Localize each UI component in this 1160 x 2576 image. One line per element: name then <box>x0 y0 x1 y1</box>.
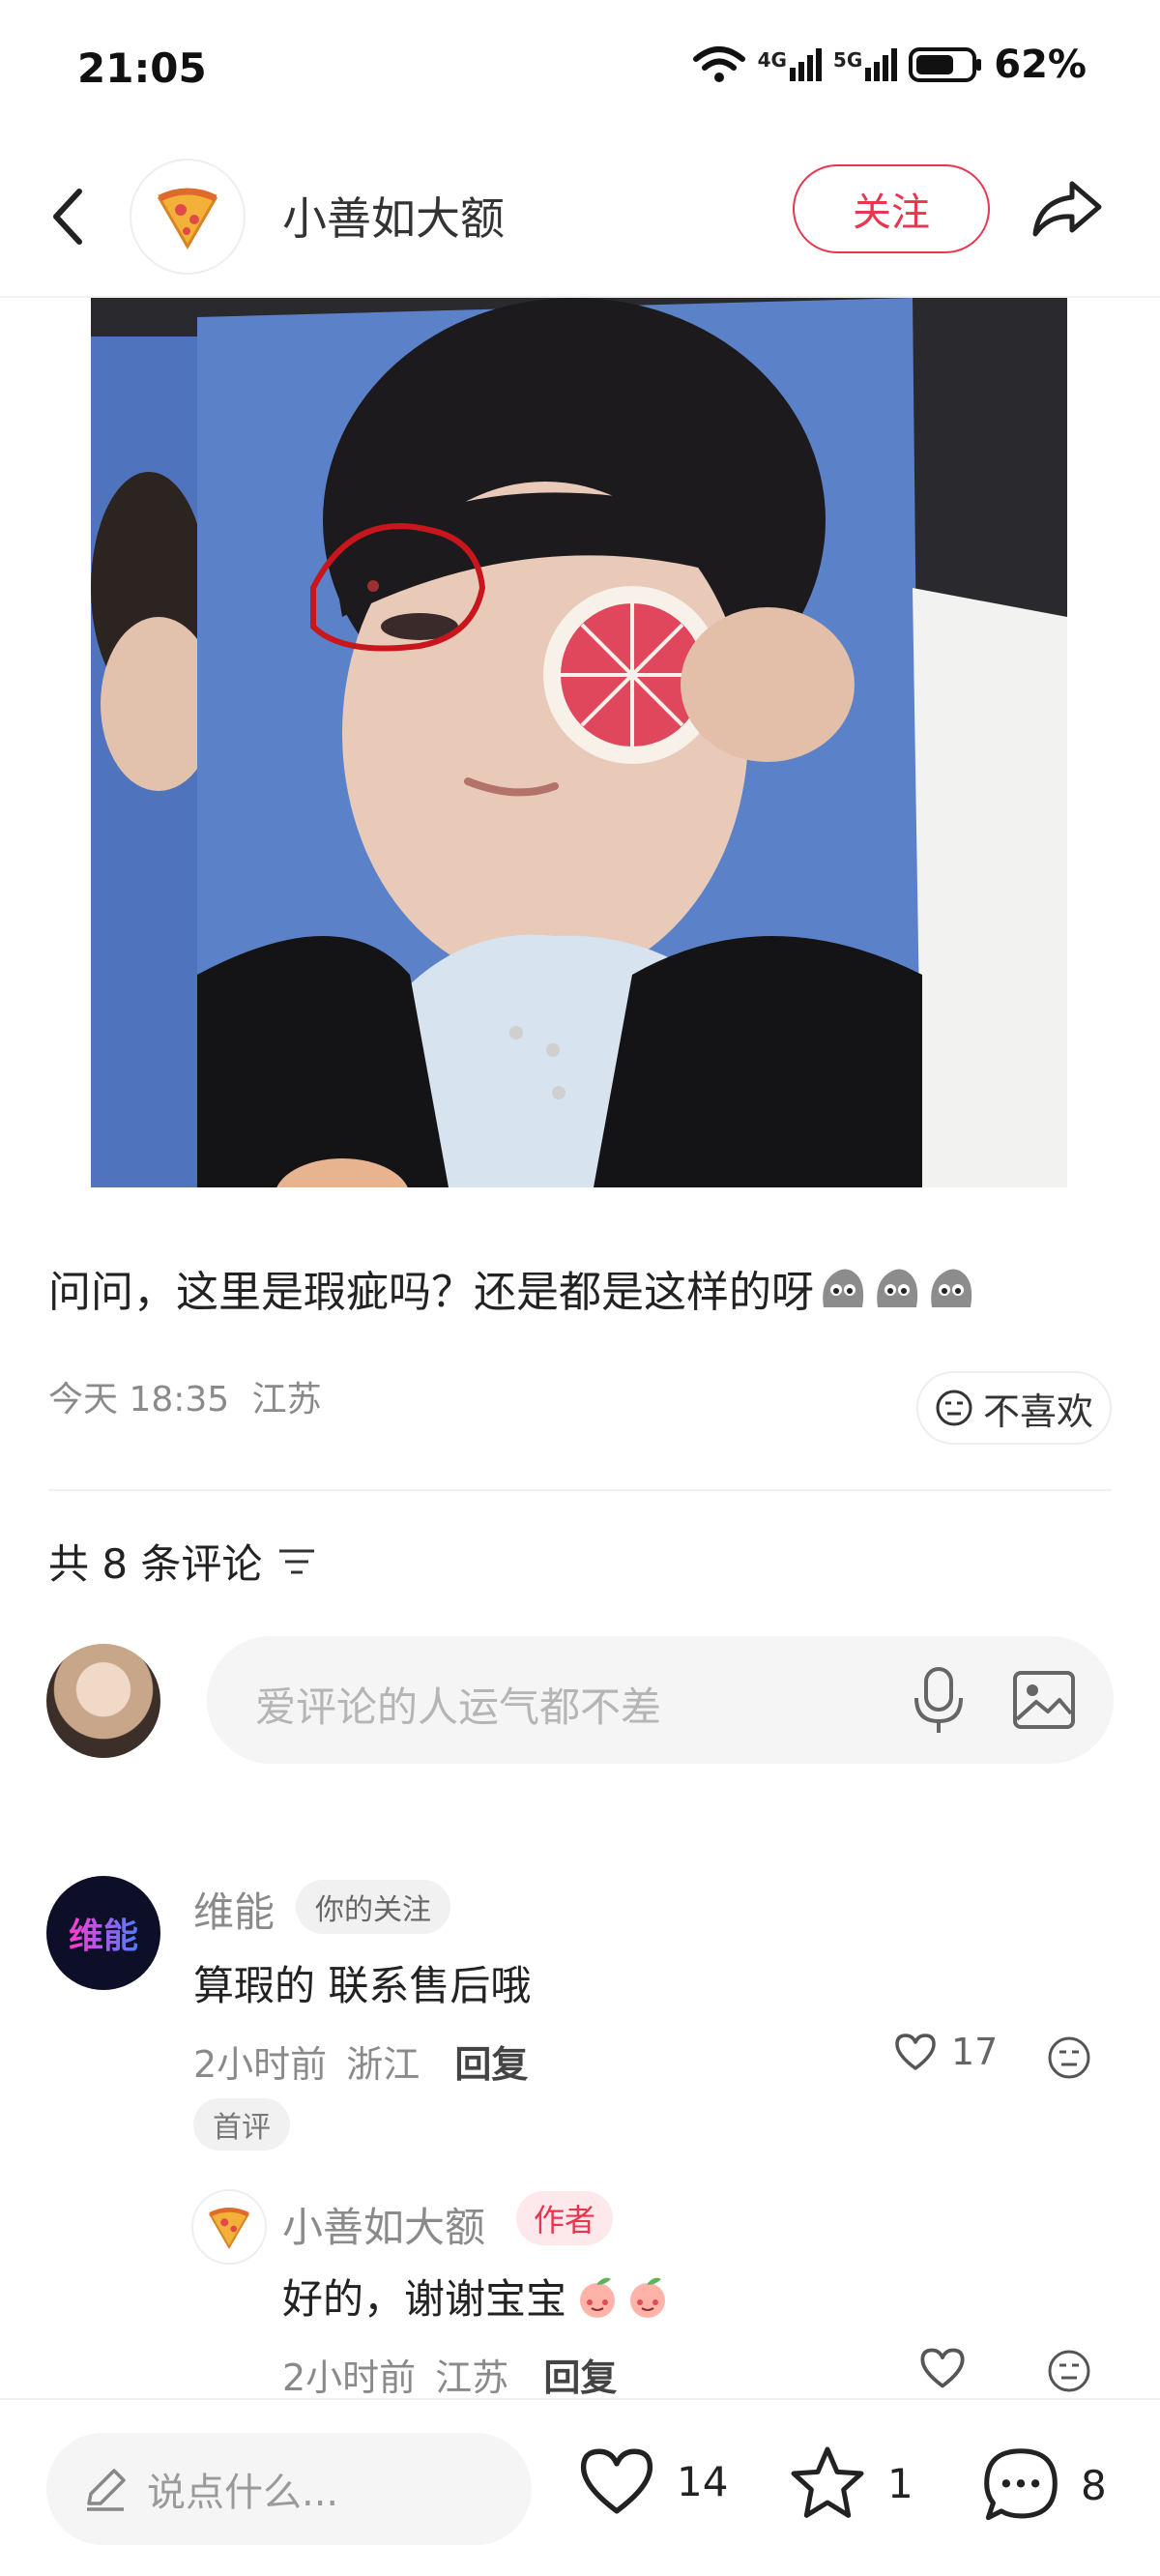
signal-4g-icon: 4G <box>758 48 822 81</box>
comment-button[interactable]: 8 <box>980 2444 1107 2526</box>
comment-total: 8 <box>1081 2461 1107 2509</box>
sort-icon[interactable] <box>277 1545 316 1578</box>
author-tag: 作者 <box>516 2191 614 2245</box>
dislike-label: 不喜欢 <box>982 1390 1093 1433</box>
reply-button[interactable]: 回复 <box>543 2356 617 2399</box>
follow-button[interactable]: 关注 <box>793 164 990 253</box>
commenter-name[interactable]: 维能 <box>193 1880 275 1939</box>
meh-face-icon <box>936 1390 972 1426</box>
battery-level: 62% <box>994 43 1087 87</box>
post-meta: 今天 18:35 江苏 <box>48 1371 322 1421</box>
comment-input[interactable]: 爱评论的人运气都不差 <box>207 1636 1114 1764</box>
photo-card-image <box>91 298 1067 1187</box>
comment-location: 浙江 <box>346 2043 420 2086</box>
author-name[interactable]: 小善如大额 <box>282 184 505 248</box>
reply-author-avatar[interactable] <box>191 2189 267 2265</box>
status-bar: 21:05 4G 5G 62% <box>0 0 1160 135</box>
comment-like-button[interactable]: 17 <box>893 2031 998 2073</box>
wifi-icon <box>692 46 745 82</box>
worried-blob-emoji-icon <box>931 1269 972 1307</box>
back-button[interactable] <box>39 178 97 255</box>
worried-blob-emoji-icon <box>877 1269 918 1307</box>
reply-time: 2小时前 <box>282 2356 417 2399</box>
pizza-icon <box>208 2208 250 2249</box>
reply-location: 江苏 <box>435 2356 509 2399</box>
signal-5g-icon: 5G <box>833 48 898 81</box>
post-text: 问问，这里是瑕疵吗？还是都是这样的呀 <box>48 1257 976 1319</box>
pencil-icon <box>87 2469 126 2511</box>
divider <box>48 1489 1112 1491</box>
battery-icon <box>909 47 982 82</box>
say-something-placeholder: 说点什么... <box>147 2471 339 2515</box>
reply-meta: 2小时前 江苏 回复 <box>282 2348 617 2401</box>
my-avatar <box>46 1644 160 1758</box>
commenter-avatar[interactable]: 维能 <box>46 1876 160 1990</box>
comment-input-placeholder: 爱评论的人运气都不差 <box>255 1683 662 1731</box>
share-button[interactable] <box>1029 170 1106 248</box>
author-avatar[interactable] <box>130 159 246 275</box>
heart-icon <box>895 2034 936 2070</box>
following-tag: 你的关注 <box>296 1880 450 1934</box>
post-photo[interactable] <box>91 298 1067 1187</box>
dislike-button[interactable]: 不喜欢 <box>916 1371 1112 1445</box>
avatar-logo-text: 维能 <box>69 1908 138 1958</box>
peach-blush-emoji-icon <box>580 2277 616 2318</box>
like-count: 14 <box>677 2457 729 2505</box>
reply-author-name[interactable]: 小善如大额 <box>282 2195 485 2254</box>
comment-count-label: 共 8 条评论 <box>48 1540 263 1588</box>
status-icons: 4G 5G 62% <box>692 43 1087 87</box>
comment-like-count: 17 <box>951 2031 999 2073</box>
bottom-action-bar: 说点什么... 14 1 8 <box>0 2398 1160 2576</box>
microphone-icon[interactable] <box>905 1665 972 1735</box>
comment-text[interactable]: 算瑕的 联系售后哦 <box>193 1953 531 2012</box>
comment-bubble-icon <box>984 2448 1058 2521</box>
say-something-input[interactable]: 说点什么... <box>46 2433 532 2545</box>
post-date: 今天 18:35 <box>48 1380 230 1420</box>
collect-count: 1 <box>887 2459 914 2507</box>
share-icon <box>1032 181 1102 237</box>
chevron-left-icon <box>53 189 82 245</box>
star-icon <box>791 2446 864 2518</box>
comment-time: 2小时前 <box>193 2043 328 2086</box>
image-icon[interactable] <box>1009 1665 1079 1735</box>
status-time: 21:05 <box>77 44 207 92</box>
post-header: 小善如大额 关注 <box>0 135 1160 298</box>
first-comment-badge: 首评 <box>193 2098 290 2151</box>
reply-text[interactable]: 好的，谢谢宝宝 <box>282 2267 673 2326</box>
post-text-content: 问问，这里是瑕疵吗？还是都是这样的呀 <box>48 1268 814 1317</box>
heart-icon <box>580 2448 653 2514</box>
comment-meta: 2小时前 浙江 回复 <box>193 2034 528 2088</box>
reply-button[interactable]: 回复 <box>454 2043 528 2086</box>
worried-blob-emoji-icon <box>823 1269 864 1307</box>
heart-icon[interactable] <box>918 2344 967 2392</box>
like-button[interactable]: 14 <box>576 2444 728 2518</box>
reply-text-content: 好的，谢谢宝宝 <box>282 2275 567 2323</box>
meh-face-icon[interactable] <box>1046 2034 1092 2081</box>
comment-count: 共 8 条评论 <box>48 1532 316 1591</box>
post-location: 江苏 <box>251 1380 322 1420</box>
pizza-icon <box>157 188 218 249</box>
collect-button[interactable]: 1 <box>787 2444 914 2522</box>
peach-blush-emoji-icon <box>630 2277 666 2318</box>
meh-face-icon[interactable] <box>1046 2348 1092 2394</box>
